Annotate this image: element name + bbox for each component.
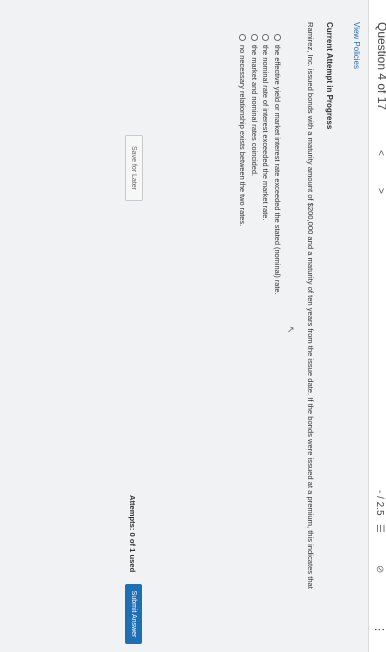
view-policies-link[interactable]: View Policies	[352, 22, 361, 69]
score-display: - / 2.5	[374, 490, 385, 516]
radio-button[interactable]	[250, 34, 258, 41]
previous-question-button[interactable]: <	[375, 150, 386, 156]
answer-option[interactable]: the effective yield or market interest r…	[272, 34, 284, 295]
next-question-button[interactable]: >	[375, 188, 386, 194]
mouse-cursor-icon: ↖	[286, 326, 296, 334]
list-icon[interactable]: ☰	[374, 524, 385, 533]
answer-options: the effective yield or market interest r…	[237, 34, 283, 295]
answer-option[interactable]: the nominal rate of interest exceeded th…	[260, 34, 272, 295]
answer-option-label: the nominal rate of interest exceeded th…	[261, 45, 271, 221]
answer-option-label: no necessary relationship exists between…	[238, 45, 248, 227]
more-menu-icon[interactable]: ⋮	[373, 624, 386, 635]
attempts-counter: Attempts: 0 of 1 used	[128, 495, 137, 573]
question-counter: Question 4 of 17	[375, 22, 386, 111]
answer-option-label: the market and nominal rates coincided.	[249, 45, 259, 177]
attempt-status-title: Current Attempt in Progress	[325, 22, 334, 130]
save-for-later-button[interactable]: Save for Later	[125, 135, 143, 201]
answer-option[interactable]: no necessary relationship exists between…	[237, 34, 249, 295]
link-icon[interactable]: ⊘	[374, 565, 385, 573]
submit-answer-button[interactable]: Submit Answer	[125, 584, 142, 644]
radio-button[interactable]	[273, 34, 281, 41]
answer-option-label: the effective yield or market interest r…	[272, 45, 282, 295]
top-bar: Question 4 of 17 < > - / 2.5 ☰ ⊘ ⋮	[368, 0, 386, 652]
question-text: Ramirez, Inc. issued bonds with a maturi…	[306, 22, 315, 589]
radio-button[interactable]	[239, 34, 247, 41]
answer-option[interactable]: the market and nominal rates coincided.	[249, 34, 261, 295]
radio-button[interactable]	[262, 34, 270, 41]
app-window: Question 4 of 17 < > - / 2.5 ☰ ⊘ ⋮ View …	[0, 0, 386, 652]
